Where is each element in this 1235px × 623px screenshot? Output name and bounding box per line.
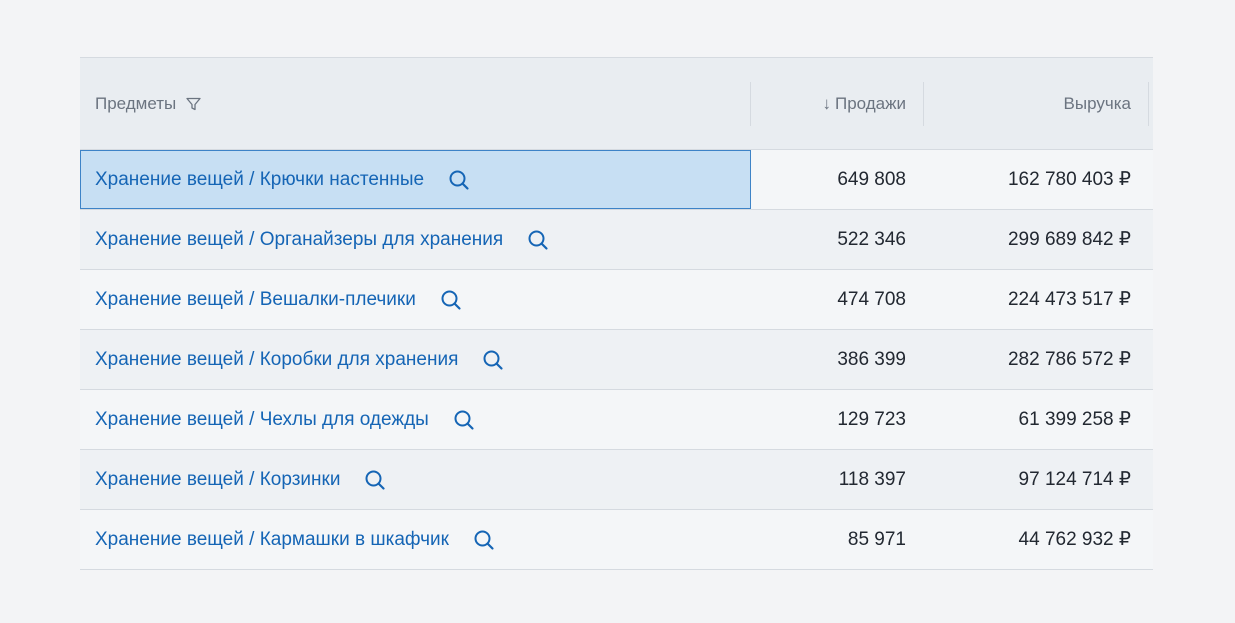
- sort-desc-icon: ↓: [822, 93, 832, 113]
- revenue-value: 299 689 842 ₽: [1007, 229, 1131, 250]
- search-icon[interactable]: [453, 409, 475, 431]
- column-header-items-label: Предметы: [95, 93, 177, 113]
- table-row: Хранение вещей / Органайзеры для хранени…: [80, 210, 1153, 270]
- search-icon[interactable]: [473, 529, 495, 551]
- revenue-value: 162 780 403 ₽: [1007, 169, 1131, 190]
- sales-value: 522 346: [837, 228, 906, 250]
- item-link[interactable]: Хранение вещей / Крючки настенные: [95, 169, 424, 191]
- item-link[interactable]: Хранение вещей / Кармашки в шкафчик: [95, 529, 449, 551]
- sales-value: 386 399: [837, 348, 906, 370]
- table-body: Хранение вещей / Крючки настенные 649 80…: [80, 150, 1153, 570]
- sales-value: 118 397: [838, 468, 906, 490]
- table-row: Хранение вещей / Кармашки в шкафчик 85 9…: [80, 510, 1153, 570]
- column-header-sales-label: Продажи: [835, 93, 906, 113]
- item-cell[interactable]: Хранение вещей / Кармашки в шкафчик: [80, 510, 751, 569]
- item-link[interactable]: Хранение вещей / Вешалки-плечики: [95, 289, 416, 311]
- sales-value: 85 971: [847, 528, 906, 550]
- item-link[interactable]: Хранение вещей / Чехлы для одежды: [95, 409, 429, 431]
- sales-value: 474 708: [837, 288, 906, 310]
- sales-value: 649 808: [837, 168, 906, 190]
- table-row: Хранение вещей / Корзинки 118 397 97 124…: [80, 450, 1153, 510]
- table-row: Хранение вещей / Вешалки-плечики 474 708…: [80, 270, 1153, 330]
- search-icon[interactable]: [448, 169, 470, 191]
- table-row: Хранение вещей / Крючки настенные 649 80…: [80, 150, 1153, 210]
- search-icon[interactable]: [440, 289, 462, 311]
- item-link[interactable]: Хранение вещей / Корзинки: [95, 469, 340, 491]
- column-header-revenue-label: Выручка: [1063, 93, 1131, 113]
- item-cell[interactable]: Хранение вещей / Чехлы для одежды: [80, 390, 751, 449]
- search-icon[interactable]: [364, 469, 386, 491]
- revenue-value: 282 786 572 ₽: [1007, 349, 1131, 370]
- table-header: Предметы ↓ Продажи Выручка: [80, 58, 1153, 150]
- search-icon[interactable]: [527, 229, 549, 251]
- item-link[interactable]: Хранение вещей / Органайзеры для хранени…: [95, 229, 503, 251]
- item-cell[interactable]: Хранение вещей / Крючки настенные: [80, 150, 751, 209]
- item-cell[interactable]: Хранение вещей / Корзинки: [80, 450, 751, 509]
- column-header-items[interactable]: Предметы: [95, 58, 201, 149]
- item-cell[interactable]: Хранение вещей / Вешалки-плечики: [80, 270, 751, 329]
- column-header-sales[interactable]: ↓ Продажи: [750, 58, 907, 149]
- revenue-value: 61 399 258 ₽: [1018, 409, 1131, 430]
- filter-icon[interactable]: [186, 97, 201, 111]
- item-link[interactable]: Хранение вещей / Коробки для хранения: [95, 349, 458, 371]
- item-cell[interactable]: Хранение вещей / Коробки для хранения: [80, 330, 751, 389]
- revenue-value: 97 124 714 ₽: [1018, 469, 1131, 490]
- revenue-value: 44 762 932 ₽: [1018, 529, 1131, 550]
- revenue-value: 224 473 517 ₽: [1007, 289, 1131, 310]
- sales-table: Предметы ↓ Продажи Выручка Хранение веще…: [80, 57, 1153, 570]
- search-icon[interactable]: [482, 349, 504, 371]
- column-divider[interactable]: [1148, 82, 1149, 126]
- table-row: Хранение вещей / Чехлы для одежды 129 72…: [80, 390, 1153, 450]
- item-cell[interactable]: Хранение вещей / Органайзеры для хранени…: [80, 210, 751, 269]
- table-row: Хранение вещей / Коробки для хранения 38…: [80, 330, 1153, 390]
- column-header-revenue[interactable]: Выручка: [923, 58, 1131, 149]
- sales-value: 129 723: [837, 408, 906, 430]
